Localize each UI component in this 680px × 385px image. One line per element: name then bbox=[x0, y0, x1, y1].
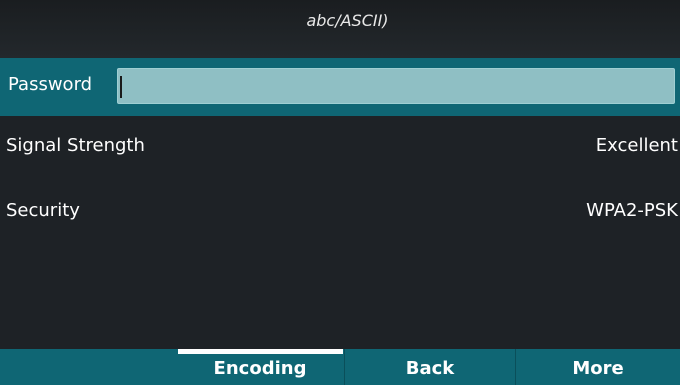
signal-strength-label: Signal Strength bbox=[6, 135, 145, 156]
security-row: Security WPA2-PSK bbox=[0, 193, 680, 227]
back-softkey[interactable]: Back bbox=[345, 349, 515, 385]
password-label: Password bbox=[8, 74, 93, 95]
security-value: WPA2-PSK bbox=[586, 200, 678, 221]
header-bar: abc/ASCII) bbox=[0, 0, 680, 58]
signal-strength-value: Excellent bbox=[595, 135, 678, 156]
softkey-slot-1[interactable] bbox=[0, 349, 175, 385]
more-softkey[interactable]: More bbox=[516, 349, 680, 385]
softkey-bar: Encoding Back More bbox=[0, 349, 680, 385]
text-cursor bbox=[120, 76, 122, 98]
security-label: Security bbox=[6, 200, 80, 221]
password-row[interactable]: Password bbox=[0, 58, 680, 116]
password-input[interactable] bbox=[117, 68, 675, 104]
input-mode-indicator: abc/ASCII) bbox=[306, 11, 389, 30]
encoding-active-indicator bbox=[178, 349, 343, 354]
signal-strength-row: Signal Strength Excellent bbox=[0, 128, 680, 162]
encoding-softkey[interactable]: Encoding bbox=[176, 349, 344, 385]
phone-screen: abc/ASCII) Password Signal Strength Exce… bbox=[0, 0, 680, 385]
